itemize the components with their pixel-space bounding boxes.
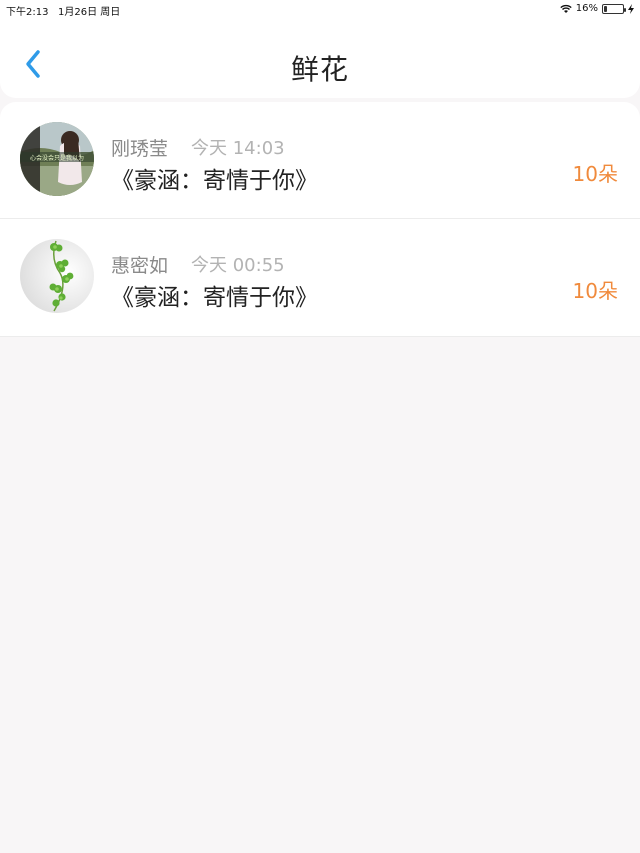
avatar[interactable]: 心会没会只是我以为 <box>20 122 94 196</box>
avatar[interactable] <box>20 239 94 313</box>
list-item[interactable]: 惠密如 今天 00:55 《豪涵：寄情于你》 10朵 <box>0 219 640 337</box>
gift-name: 《豪涵：寄情于你》 <box>111 285 318 311</box>
username: 刚琇莹 <box>111 138 169 160</box>
status-left: 下午2:13 1月26日 周日 <box>6 3 120 18</box>
status-time: 下午2:13 <box>6 7 49 18</box>
flower-count: 10朵 <box>572 162 618 186</box>
username: 惠密如 <box>111 255 169 277</box>
timestamp: 今天 00:55 <box>191 255 285 276</box>
flower-count: 10朵 <box>572 279 618 303</box>
charging-icon <box>628 3 634 14</box>
status-bar: 下午2:13 1月26日 周日 16% <box>0 0 640 18</box>
gift-name: 《豪涵：寄情于你》 <box>111 168 318 194</box>
status-date: 1月26日 周日 <box>58 7 121 18</box>
battery-fill <box>604 5 607 12</box>
battery-percent: 16% <box>575 3 598 14</box>
list-item[interactable]: 心会没会只是我以为 刚琇莹 今天 14:03 《豪涵：寄情于你》 10朵 <box>0 102 640 219</box>
page-title: 鲜花 <box>290 53 349 86</box>
wifi-icon <box>560 4 572 13</box>
battery-icon <box>602 3 626 14</box>
avatar-caption: 心会没会只是我以为 <box>30 154 84 162</box>
status-right: 16% <box>560 3 634 14</box>
timestamp: 今天 14:03 <box>191 138 285 159</box>
flower-record-list: 心会没会只是我以为 刚琇莹 今天 14:03 《豪涵：寄情于你》 10朵 惠密如… <box>0 102 640 337</box>
nav-bar: 鲜花 <box>0 18 640 98</box>
